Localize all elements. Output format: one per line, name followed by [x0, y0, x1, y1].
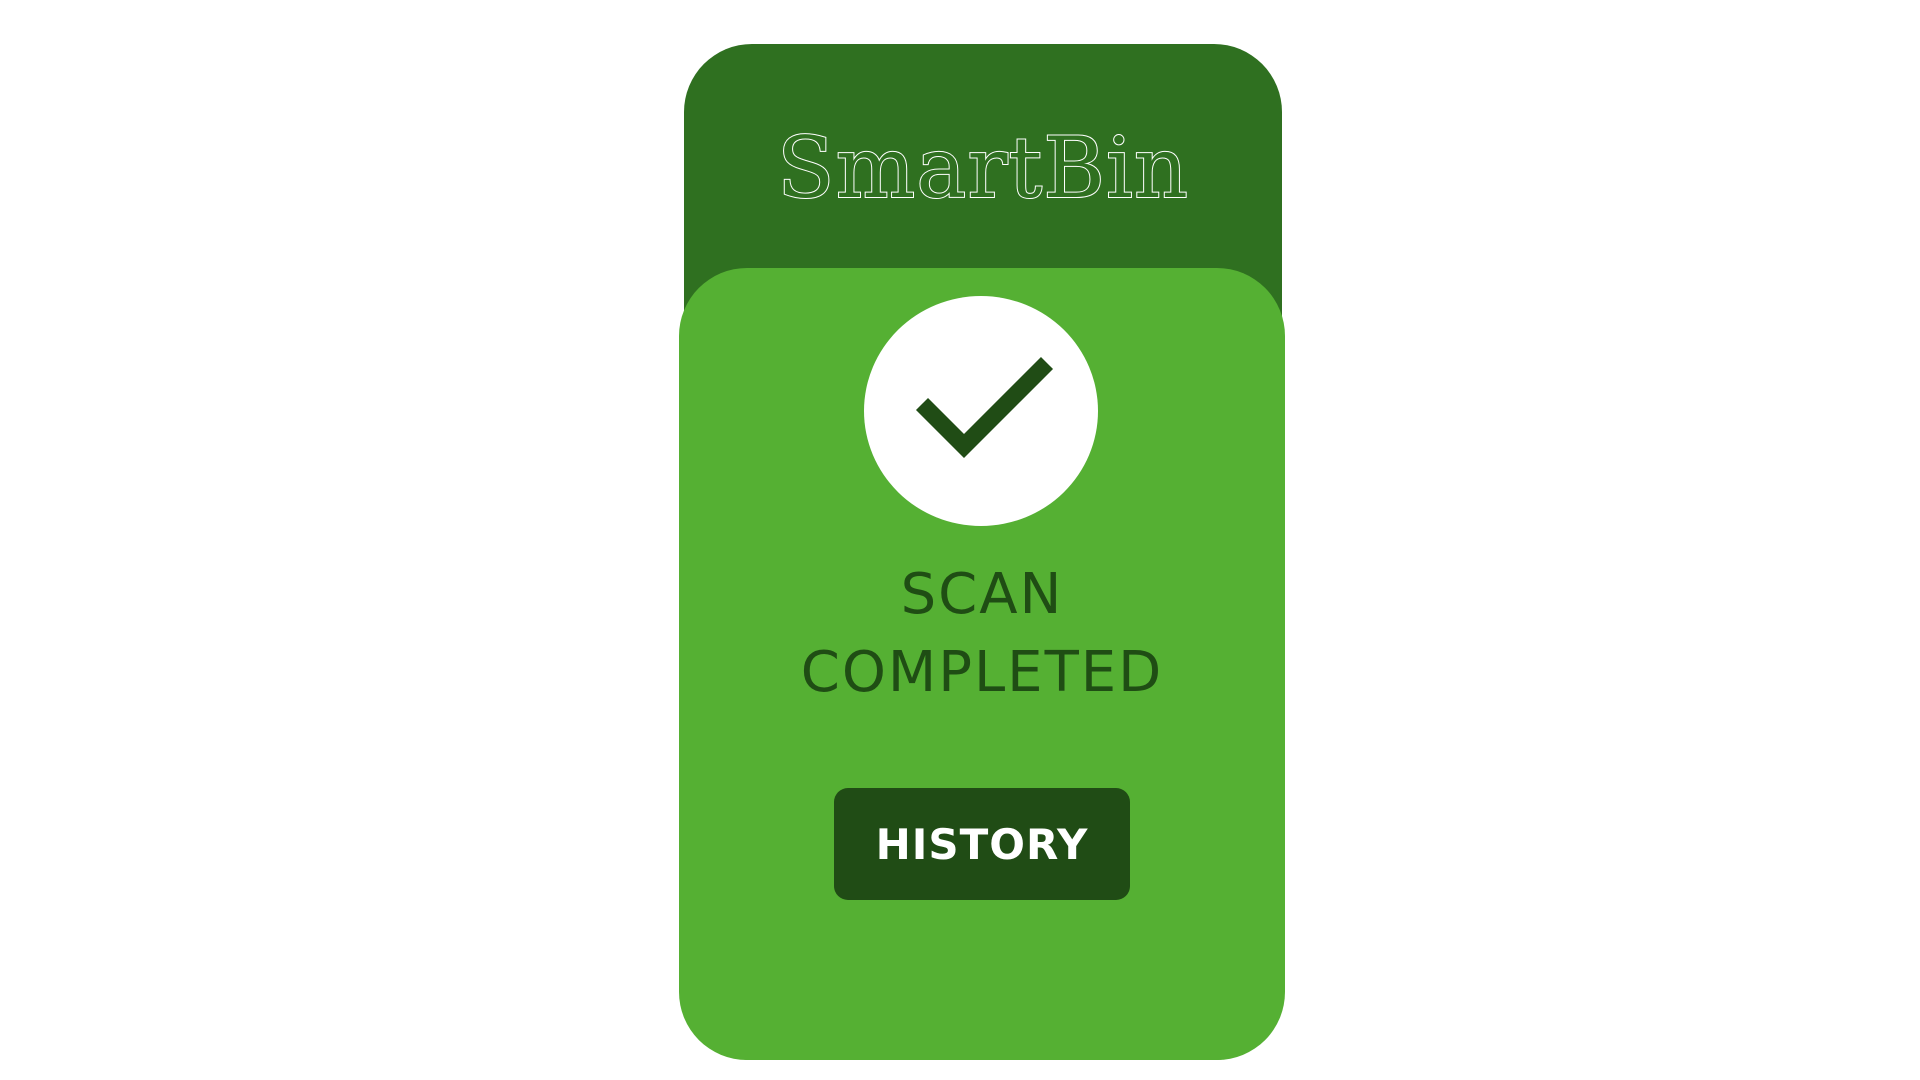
app-screen: SmartBin SCAN COMPLETED HISTORY — [0, 0, 1920, 1080]
brand-name: SmartBin — [776, 118, 1189, 218]
status-line-1: SCAN — [900, 562, 1064, 627]
status-message: SCAN COMPLETED — [679, 556, 1285, 712]
status-line-2: COMPLETED — [800, 640, 1164, 705]
checkmark-icon — [915, 356, 1054, 459]
success-badge — [864, 296, 1098, 526]
brand-logo: SmartBin — [684, 118, 1282, 218]
history-button[interactable]: HISTORY — [834, 788, 1130, 900]
